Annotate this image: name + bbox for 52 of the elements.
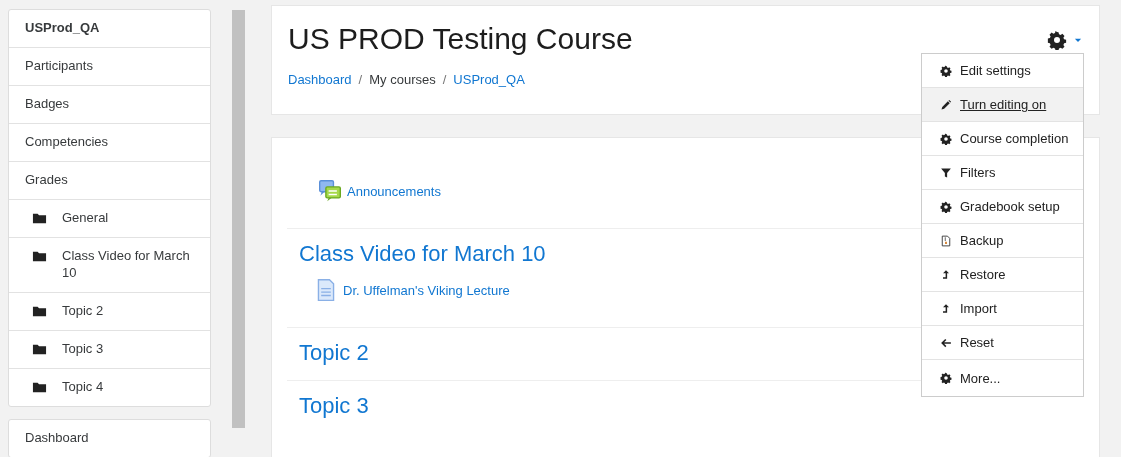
nav-label: Topic 2 [62,302,104,319]
nav-item[interactable]: Topic 2 [9,293,210,331]
gear-icon [940,132,952,145]
folder-icon [32,380,47,395]
course-title: US PROD Testing Course [288,22,633,56]
breadcrumb-link[interactable]: Dashboard [288,72,352,87]
activity-link[interactable]: Dr. Uffelman's Viking Lecture [343,282,510,298]
nav-label: Topic 3 [62,340,104,357]
nav-item[interactable]: Badges [9,86,210,124]
filter-icon [940,166,952,179]
breadcrumb-item: My courses [369,72,436,87]
activity-link[interactable]: Announcements [347,183,441,199]
folder-icon [32,211,47,226]
menu-item[interactable]: Reset [922,326,1083,360]
nav-item[interactable]: Participants [9,48,210,86]
section-title-link[interactable]: Topic 3 [299,393,1072,419]
menu-item[interactable]: Gradebook setup [922,190,1083,224]
scrollbar[interactable] [232,10,245,428]
gear-icon [1047,30,1067,50]
gear-icon [940,200,952,213]
nav-item[interactable]: Competencies [9,124,210,162]
nav-item[interactable]: Topic 4 [9,369,210,406]
chat-bubbles-icon [319,180,341,202]
file-icon [940,234,952,247]
breadcrumb-separator: / [358,72,363,87]
folder-icon [32,304,47,319]
folder-icon [32,249,47,264]
menu-item[interactable]: Import [922,292,1083,326]
document-icon [315,279,337,301]
nav-label: Class Video for March 10 [62,247,191,281]
menu-item[interactable]: Filters [922,156,1083,190]
menu-item[interactable]: Turn editing on [922,88,1083,122]
menu-item[interactable]: Restore [922,258,1083,292]
gear-icon [940,372,952,384]
left-arrow-icon [940,336,952,349]
nav-item[interactable]: Topic 3 [9,331,210,369]
nav-label: Topic 4 [62,378,104,395]
menu-item[interactable]: More... [922,360,1083,396]
gear-icon [940,64,952,77]
folder-icon [32,342,47,357]
nav-item[interactable]: USProd_QA [9,10,210,48]
pencil-icon [940,98,952,111]
nav-label: General [62,209,109,226]
nav-item[interactable]: Dashboard [9,420,210,457]
menu-item[interactable]: Course completion [922,122,1083,156]
breadcrumb-link[interactable]: USProd_QA [453,72,525,87]
nav-item[interactable]: Grades [9,162,210,200]
settings-menu-button[interactable] [1047,30,1083,50]
nav-item[interactable]: General [9,200,210,238]
breadcrumb-separator: / [442,72,447,87]
nav-item[interactable]: Class Video for March 10 [9,238,210,293]
menu-item[interactable]: Backup [922,224,1083,258]
